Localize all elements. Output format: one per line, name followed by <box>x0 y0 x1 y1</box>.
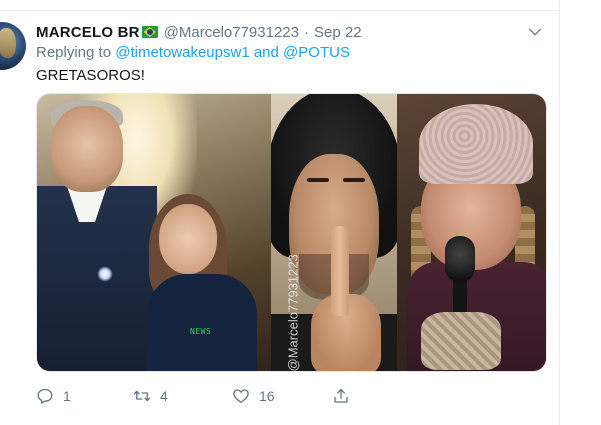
tweet-media-image[interactable]: NEWS @Marcelo77931223 <box>36 93 547 372</box>
retweet-icon <box>133 390 151 402</box>
media-panel-1: NEWS <box>37 94 271 371</box>
reply-icon <box>37 388 53 404</box>
reply-mention-2[interactable]: @POTUS <box>283 44 350 61</box>
media-panel-3 <box>397 94 546 371</box>
reply-count: 1 <box>63 388 71 404</box>
replying-to-line: Replying to @timetowakeupsw1 and @POTUS <box>36 44 350 61</box>
share-button[interactable] <box>332 385 359 407</box>
user-handle[interactable]: @Marcelo77931223 <box>164 24 299 41</box>
reply-mention-1[interactable]: @timetowakeupsw1 <box>115 44 249 61</box>
media-panel-2: @Marcelo77931223 <box>271 94 397 371</box>
tweet-date[interactable]: Sep 22 <box>314 24 362 41</box>
like-button[interactable]: 16 <box>232 385 275 407</box>
tweet-text: GRETASOROS! <box>36 67 145 84</box>
share-icon <box>334 388 348 403</box>
tweet-header: MARCELO BR @Marcelo77931223 · Sep 22 <box>36 22 551 42</box>
tweet-actions: 1 4 16 <box>36 385 356 407</box>
reply-and-text: and <box>253 44 279 61</box>
news-watermark: NEWS <box>190 327 212 336</box>
top-divider <box>0 10 559 11</box>
like-count: 16 <box>259 388 275 404</box>
chevron-down-icon[interactable] <box>527 24 543 40</box>
replying-to-label: Replying to <box>36 44 112 61</box>
handle-watermark: @Marcelo77931223 <box>285 254 301 371</box>
avatar[interactable] <box>0 22 26 70</box>
display-name[interactable]: MARCELO BR <box>36 24 140 41</box>
timeline-border <box>559 0 560 425</box>
heart-icon <box>233 389 249 404</box>
retweet-button[interactable]: 4 <box>133 385 168 407</box>
retweet-count: 4 <box>160 388 168 404</box>
separator-dot: · <box>304 23 309 41</box>
brazil-flag-icon <box>141 26 158 38</box>
reply-button[interactable]: 1 <box>36 385 71 407</box>
